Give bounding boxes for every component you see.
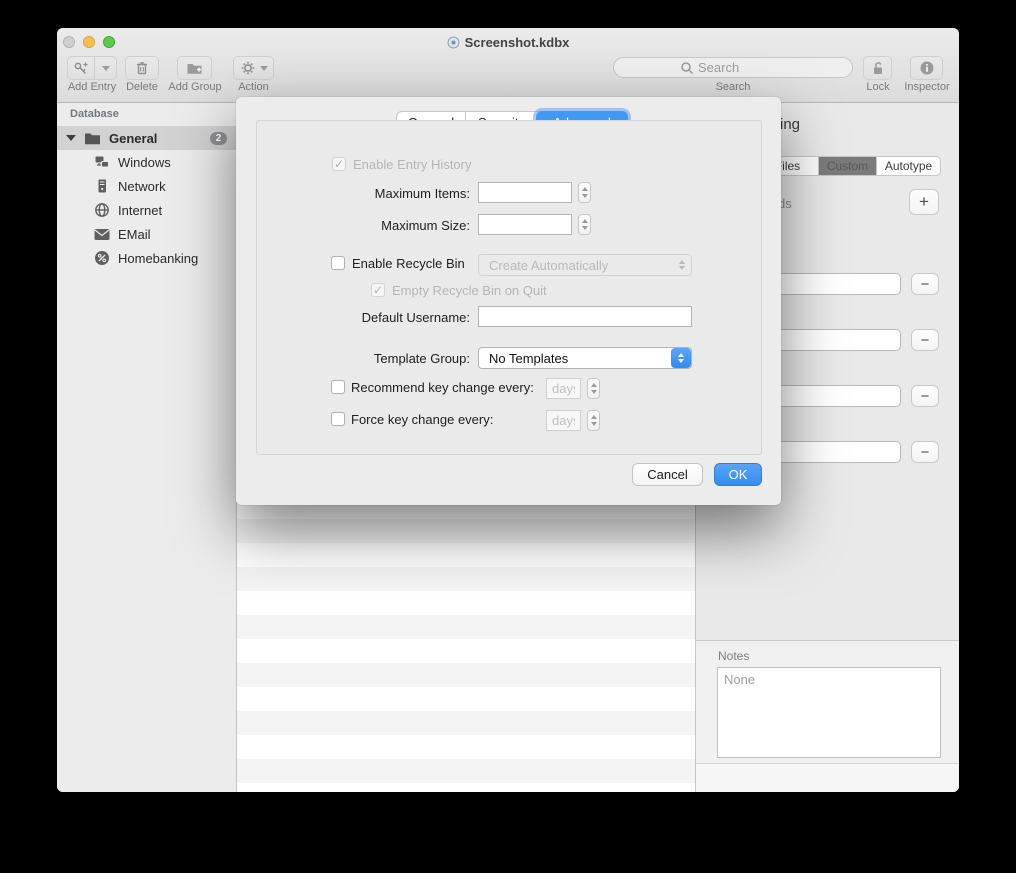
unlock-icon bbox=[870, 60, 886, 76]
enable-entry-history-label: Enable Entry History bbox=[353, 157, 472, 172]
search-caption: Search bbox=[613, 81, 853, 93]
tab-autotype[interactable]: Autotype bbox=[876, 157, 940, 175]
sidebar-item-internet[interactable]: Internet bbox=[57, 198, 237, 222]
count-badge: 2 bbox=[210, 132, 227, 145]
delete-label: Delete bbox=[119, 81, 165, 93]
lock-button[interactable] bbox=[863, 56, 892, 80]
empty-recycle-bin-label: Empty Recycle Bin on Quit bbox=[392, 283, 547, 298]
recycle-mode-popup[interactable]: Create Automatically bbox=[478, 254, 692, 276]
window-chrome: Screenshot.kdbx Add Entry Delete bbox=[57, 28, 959, 103]
maximum-items-label: Maximum Items: bbox=[340, 186, 470, 201]
enable-recycle-bin-checkbox[interactable] bbox=[331, 256, 345, 270]
action-button[interactable] bbox=[233, 56, 274, 80]
recommend-key-change-checkbox[interactable] bbox=[331, 380, 345, 394]
default-username-label: Default Username: bbox=[340, 310, 470, 325]
sidebar-item-label: General bbox=[109, 131, 157, 146]
force-key-change-label: Force key change every: bbox=[351, 412, 493, 427]
inspector-label: Inspector bbox=[899, 81, 955, 93]
windows-icon bbox=[94, 154, 110, 170]
action-dropdown-icon bbox=[260, 66, 268, 71]
sidebar-item-label: Network bbox=[118, 179, 166, 194]
search-field[interactable] bbox=[613, 57, 853, 78]
popup-chevrons-icon bbox=[671, 348, 691, 368]
search-input[interactable] bbox=[698, 60, 828, 75]
cancel-button[interactable]: Cancel bbox=[632, 463, 703, 486]
document-proxy-icon bbox=[447, 36, 460, 49]
delete-button[interactable] bbox=[125, 56, 159, 80]
sidebar-section-header: Database bbox=[70, 108, 119, 120]
recommend-key-change-label: Recommend key change every: bbox=[351, 380, 534, 395]
search-icon bbox=[680, 61, 694, 75]
recommend-days-input[interactable] bbox=[546, 378, 581, 399]
remove-field-button[interactable]: − bbox=[911, 385, 939, 407]
folder-icon bbox=[84, 132, 101, 145]
force-days-stepper[interactable] bbox=[587, 410, 600, 431]
sidebar-item-homebanking[interactable]: Homebanking bbox=[57, 246, 237, 270]
inspector-tabbar: Files Custom Autotype bbox=[756, 156, 941, 176]
remove-field-button[interactable]: − bbox=[911, 273, 939, 295]
inspector-footer bbox=[696, 763, 959, 792]
template-group-value: No Templates bbox=[479, 351, 568, 366]
sidebar-item-label: Windows bbox=[118, 155, 171, 170]
add-group-label: Add Group bbox=[165, 81, 225, 93]
inspector-button[interactable] bbox=[910, 56, 943, 80]
gear-icon bbox=[240, 60, 256, 76]
add-entry-label: Add Entry bbox=[63, 81, 121, 93]
percent-icon bbox=[94, 250, 110, 266]
sidebar-item-windows[interactable]: Windows bbox=[57, 150, 237, 174]
key-plus-icon bbox=[73, 60, 89, 76]
notes-section: Notes bbox=[696, 640, 959, 763]
remove-field-button[interactable]: − bbox=[911, 329, 939, 351]
sidebar-item-label: EMail bbox=[118, 227, 151, 242]
empty-recycle-bin-checkbox[interactable] bbox=[371, 283, 385, 297]
maximum-items-input[interactable] bbox=[478, 182, 572, 203]
sidebar: Database General 2 Windows Network bbox=[57, 103, 237, 792]
maximum-items-stepper[interactable] bbox=[578, 182, 591, 203]
recommend-days-stepper[interactable] bbox=[587, 378, 600, 399]
maximum-size-label: Maximum Size: bbox=[340, 218, 470, 233]
window-title: Screenshot.kdbx bbox=[57, 35, 959, 50]
disclosure-triangle-icon[interactable] bbox=[66, 135, 76, 141]
sidebar-item-email[interactable]: EMail bbox=[57, 222, 237, 246]
add-entry-dropdown-icon[interactable] bbox=[102, 66, 110, 71]
enable-recycle-bin-label: Enable Recycle Bin bbox=[352, 256, 465, 271]
add-group-button[interactable] bbox=[177, 56, 212, 80]
envelope-icon bbox=[94, 228, 110, 241]
add-entry-button[interactable] bbox=[67, 56, 117, 80]
force-days-input[interactable] bbox=[546, 410, 581, 431]
add-field-button[interactable]: + bbox=[909, 189, 939, 215]
trash-icon bbox=[134, 60, 150, 76]
notes-textarea[interactable] bbox=[717, 667, 941, 758]
maximum-size-stepper[interactable] bbox=[578, 214, 591, 235]
server-icon bbox=[94, 178, 110, 194]
tab-custom[interactable]: Custom bbox=[818, 157, 876, 175]
inspector-title-fragment: ing bbox=[780, 116, 800, 133]
sidebar-item-network[interactable]: Network bbox=[57, 174, 237, 198]
force-key-change-checkbox[interactable] bbox=[331, 412, 345, 426]
template-group-popup[interactable]: No Templates bbox=[478, 347, 692, 369]
database-settings-dialog: General Security Advanced Enable Entry H… bbox=[236, 97, 781, 505]
action-label: Action bbox=[233, 81, 274, 93]
enable-entry-history-checkbox[interactable] bbox=[332, 157, 346, 171]
info-icon bbox=[919, 60, 935, 76]
globe-icon bbox=[94, 202, 110, 218]
lock-label: Lock bbox=[857, 81, 899, 93]
sidebar-item-label: Homebanking bbox=[118, 251, 198, 266]
maximum-size-input[interactable] bbox=[478, 214, 572, 235]
folder-plus-icon bbox=[186, 61, 203, 76]
default-username-input[interactable] bbox=[478, 306, 692, 327]
notes-label: Notes bbox=[718, 649, 749, 663]
recycle-mode-value: Create Automatically bbox=[479, 258, 608, 273]
sidebar-item-general[interactable]: General 2 bbox=[57, 126, 237, 150]
sidebar-item-label: Internet bbox=[118, 203, 162, 218]
popup-chevrons-icon bbox=[679, 260, 685, 270]
template-group-label: Template Group: bbox=[340, 351, 470, 366]
remove-field-button[interactable]: − bbox=[911, 441, 939, 463]
entry-list-stripes bbox=[237, 519, 695, 792]
ok-button[interactable]: OK bbox=[714, 463, 762, 486]
